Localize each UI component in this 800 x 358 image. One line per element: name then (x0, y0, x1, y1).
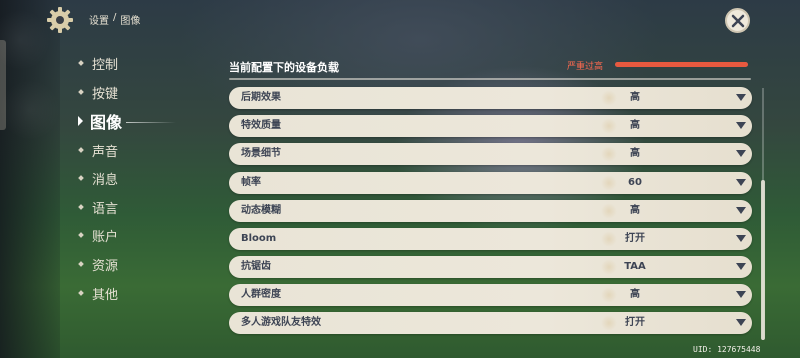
diamond-bullet-icon (78, 175, 84, 181)
setting-row-effects-quality[interactable]: 特效质量 高 (229, 115, 752, 137)
setting-value: 高 (630, 205, 640, 216)
setting-row-motion-blur[interactable]: 动态模糊 高 (229, 200, 752, 222)
breadcrumb: 设置 / 图像 (89, 12, 140, 27)
nav-item-resources[interactable]: 资源 (76, 251, 118, 277)
setting-label: 后期效果 (241, 92, 281, 103)
close-button[interactable] (725, 8, 750, 33)
diamond-bullet-icon (78, 232, 84, 238)
setting-label: 特效质量 (241, 120, 281, 131)
setting-label: 抗锯齿 (241, 261, 271, 272)
diamond-bullet-icon (78, 204, 84, 210)
device-load-status: 严重过高 (567, 62, 604, 72)
diamond-bullet-icon (78, 147, 84, 153)
diamond-bullet-icon (78, 261, 84, 267)
setting-label: 场景细节 (241, 148, 281, 159)
active-nav-trail (126, 122, 176, 123)
dropdown-caret-icon (736, 319, 746, 326)
setting-row-anti-aliasing[interactable]: 抗锯齿 TAA (229, 256, 752, 278)
dropdown-caret-icon (736, 94, 746, 101)
dropdown-caret-icon (736, 235, 746, 242)
section-divider (229, 78, 751, 80)
setting-value: 高 (630, 289, 640, 300)
setting-label: 帧率 (241, 177, 261, 188)
breadcrumb-separator: / (113, 12, 117, 23)
nav-item-other[interactable]: 其他 (76, 280, 118, 306)
nav-item-label: 账户 (92, 229, 119, 245)
diamond-bullet-icon (78, 290, 84, 296)
dropdown-caret-icon (736, 150, 746, 157)
nav-item-account[interactable]: 账户 (76, 222, 118, 248)
device-load-bar (615, 62, 748, 67)
setting-label: 动态模糊 (241, 205, 281, 216)
nav-item-control[interactable]: 控制 (76, 50, 118, 76)
active-arrow-icon (78, 116, 83, 126)
dropdown-caret-icon (736, 207, 746, 214)
setting-value: 60 (628, 177, 642, 188)
dropdown-caret-icon (736, 291, 746, 298)
setting-label: 人群密度 (241, 289, 281, 300)
nav-item-graphics[interactable]: 图像 (76, 108, 122, 134)
nav-item-language[interactable]: 语言 (76, 194, 118, 220)
setting-value: 高 (630, 148, 640, 159)
setting-value: 高 (630, 92, 640, 103)
setting-label: Bloom (241, 233, 277, 244)
nav-item-messages[interactable]: 消息 (76, 165, 118, 191)
setting-row-coop-teammate-effects[interactable]: 多人游戏队友特效 打开 (229, 312, 752, 334)
setting-row-frame-rate[interactable]: 帧率 60 (229, 172, 752, 194)
setting-label: 多人游戏队友特效 (241, 317, 321, 328)
left-edge-tab[interactable] (0, 40, 6, 130)
nav-item-label: 图像 (90, 113, 123, 132)
setting-row-post-processing[interactable]: 后期效果 高 (229, 87, 752, 109)
breadcrumb-root: 设置 (89, 16, 109, 27)
dropdown-caret-icon (736, 179, 746, 186)
setting-value: 打开 (625, 233, 645, 244)
breadcrumb-current: 图像 (120, 16, 141, 27)
setting-row-scene-detail[interactable]: 场景细节 高 (229, 143, 752, 165)
setting-row-crowd-density[interactable]: 人群密度 高 (229, 284, 752, 306)
setting-value: 打开 (625, 317, 645, 328)
nav-item-label: 资源 (92, 258, 119, 274)
scrollbar-thumb[interactable] (761, 180, 765, 340)
nav-item-keybinds[interactable]: 按键 (76, 79, 118, 105)
nav-item-label: 按键 (92, 86, 119, 102)
nav-item-label: 消息 (92, 172, 119, 188)
nav-item-audio[interactable]: 声音 (76, 137, 118, 163)
nav-item-label: 控制 (92, 57, 119, 73)
dropdown-caret-icon (736, 122, 746, 129)
nav-item-label: 语言 (92, 201, 119, 217)
setting-value: 高 (630, 120, 640, 131)
close-icon (731, 14, 744, 27)
nav-item-label: 声音 (92, 144, 119, 160)
setting-value: TAA (624, 261, 646, 272)
header: 设置 / 图像 (0, 0, 800, 40)
nav-item-label: 其他 (92, 287, 119, 303)
dropdown-caret-icon (736, 263, 746, 270)
diamond-bullet-icon (78, 60, 84, 66)
device-load-bar-fill (615, 62, 748, 67)
device-load-title: 当前配置下的设备负载 (229, 61, 339, 74)
gear-icon (46, 6, 74, 34)
left-decor-panel (0, 0, 60, 358)
diamond-bullet-icon (78, 89, 84, 95)
setting-row-bloom[interactable]: Bloom 打开 (229, 228, 752, 250)
uid-label: UID: 127675448 (693, 345, 761, 354)
